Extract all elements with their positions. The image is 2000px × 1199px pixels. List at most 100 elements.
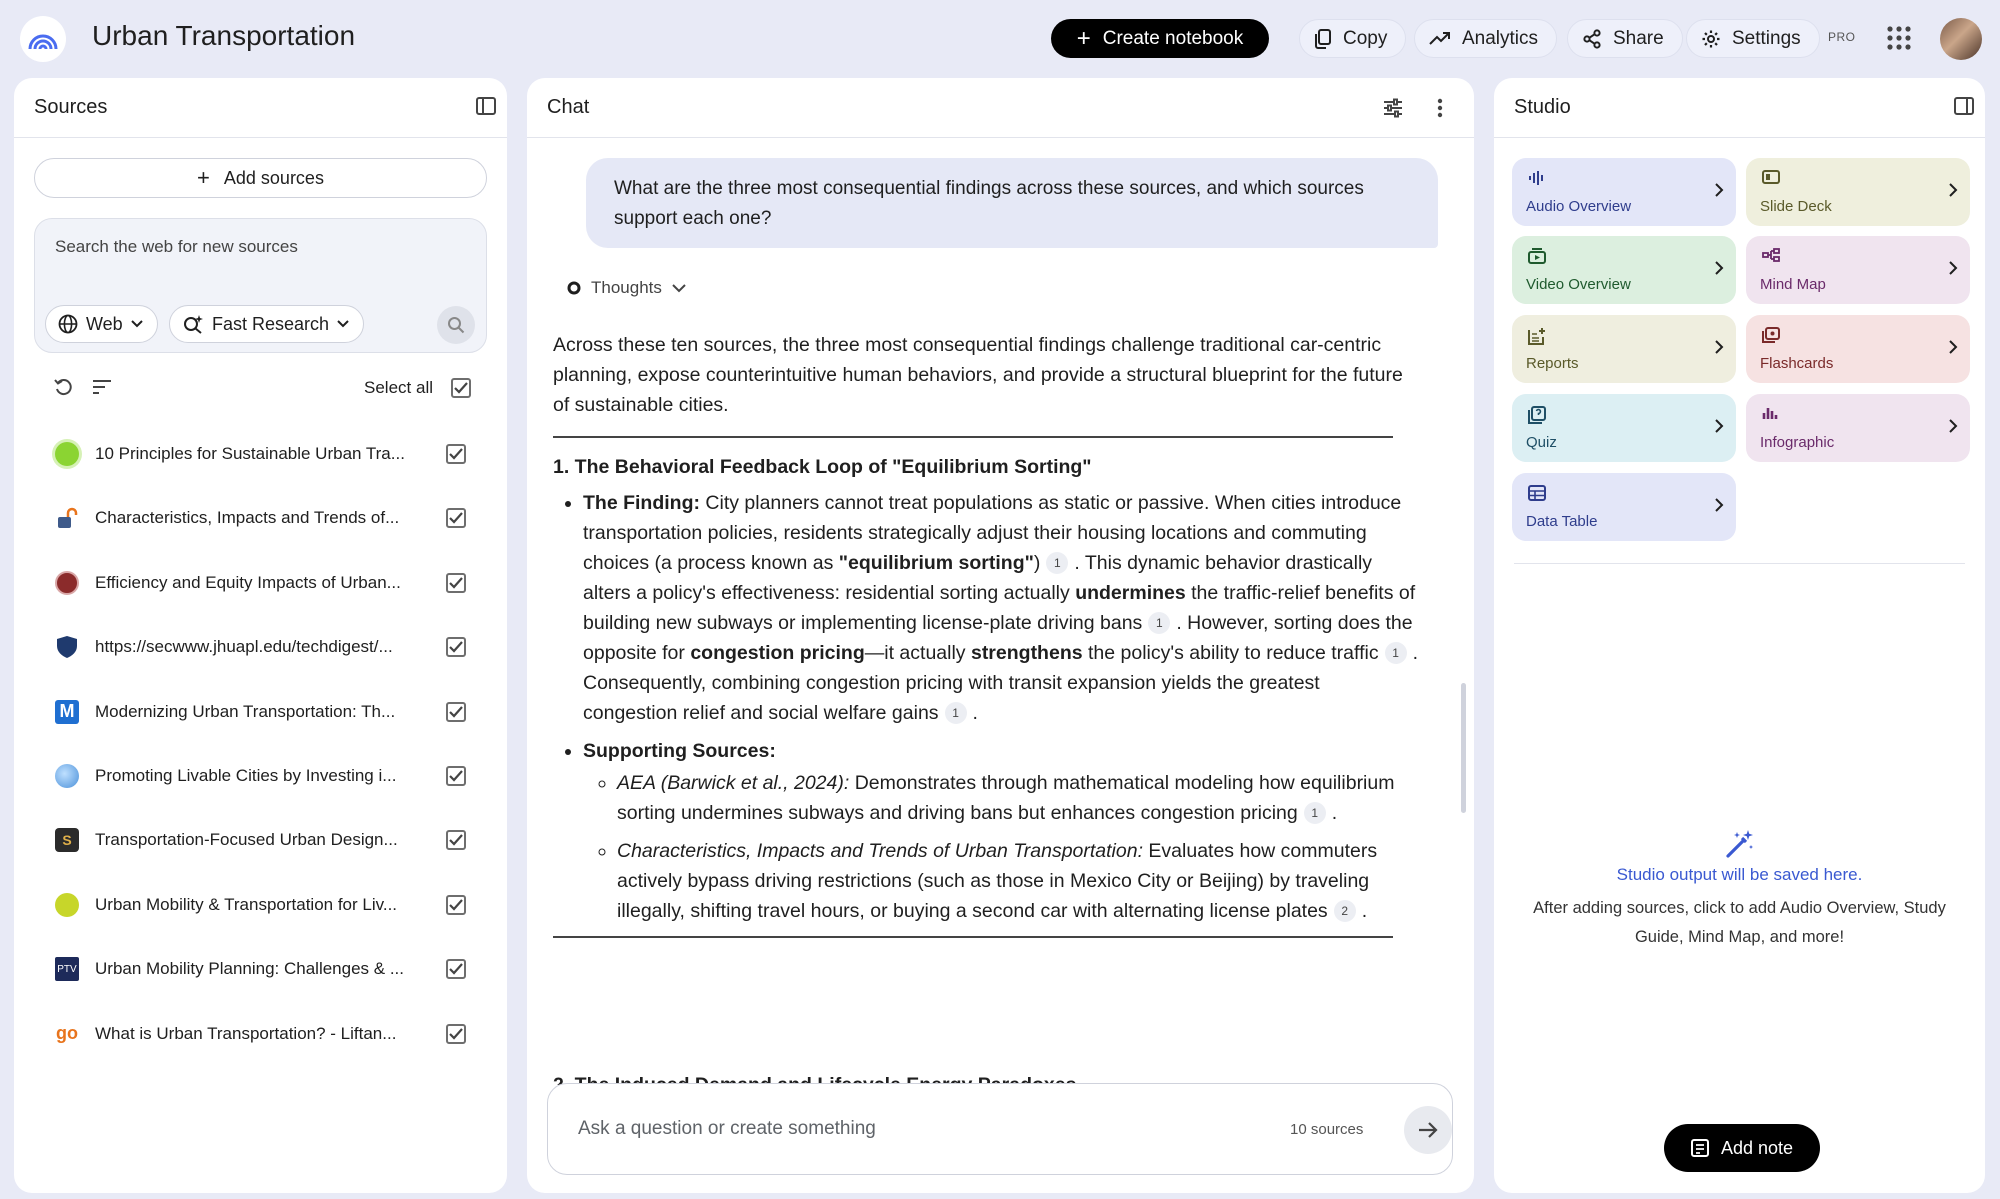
source-checkbox[interactable]	[446, 765, 466, 786]
source-checkbox[interactable]	[446, 637, 466, 658]
s-logo-icon: S	[55, 828, 79, 853]
chat-composer[interactable]: Ask a question or create something 10 so…	[547, 1083, 1453, 1175]
studio-tile-quiz[interactable]: Quiz	[1512, 394, 1736, 462]
citation-chip[interactable]: 1	[1303, 802, 1326, 824]
studio-tile-flashcards[interactable]: Flashcards	[1746, 315, 1970, 383]
source-checkbox[interactable]	[446, 572, 466, 593]
add-note-button[interactable]: Add note	[1664, 1124, 1820, 1172]
settings-label: Settings	[1732, 27, 1801, 49]
tile-label: Flashcards	[1760, 355, 1834, 372]
send-button[interactable]	[1404, 1106, 1452, 1154]
chevron-right-icon	[1715, 183, 1724, 197]
apps-grid-icon[interactable]	[1886, 25, 1912, 51]
source-checkbox[interactable]	[446, 1023, 466, 1044]
divider	[1514, 563, 1965, 564]
source-item[interactable]: 10 Principles for Sustainable Urban Tra.…	[14, 422, 507, 486]
finding-list: The Finding: City planners cannot treat …	[553, 488, 1419, 926]
check-icon	[449, 770, 463, 782]
sort-icon[interactable]	[92, 380, 112, 394]
source-item[interactable]: Characteristics, Impacts and Trends of..…	[14, 486, 507, 550]
source-name: Characteristics, Impacts and Trends of U…	[617, 840, 1143, 862]
source-title: Urban Mobility & Transportation for Liv.…	[95, 894, 398, 914]
settings-button[interactable]: Settings	[1686, 19, 1820, 58]
add-note-label: Add note	[1720, 1137, 1794, 1158]
open-lock-icon	[55, 506, 79, 530]
shield-icon	[55, 635, 79, 659]
chat-scrollbar[interactable]	[1461, 683, 1466, 813]
add-sources-button[interactable]: + Add sources	[34, 158, 487, 198]
select-all-checkbox[interactable]	[451, 378, 471, 398]
analytics-button[interactable]: Analytics	[1414, 19, 1558, 58]
app-logo-icon[interactable]	[20, 16, 66, 62]
search-icon	[448, 317, 465, 334]
web-search-input[interactable]: Search the web for new sources	[55, 237, 298, 257]
source-item[interactable]: M Modernizing Urban Transportation: Th..…	[14, 680, 507, 744]
slide-deck-icon	[1762, 170, 1780, 184]
source-checkbox[interactable]	[446, 830, 466, 851]
citation-chip[interactable]: 2	[1333, 900, 1356, 922]
supporting-sources-label: Supporting Sources:	[583, 740, 776, 762]
studio-tile-reports[interactable]: Reports	[1512, 315, 1736, 383]
answer-bold: undermines	[1075, 582, 1186, 604]
studio-panel: Studio Audio Overview Slide Deck Video O…	[1494, 78, 1985, 1193]
create-notebook-button[interactable]: + Create notebook	[1051, 19, 1269, 58]
studio-tile-video-overview[interactable]: Video Overview	[1512, 236, 1736, 304]
green-dot-icon	[55, 442, 79, 466]
web-source-dropdown[interactable]: Web	[45, 305, 158, 343]
more-vert-icon[interactable]	[1437, 98, 1443, 118]
chevron-down-icon	[672, 283, 686, 292]
source-checkbox[interactable]	[446, 959, 466, 980]
tile-label: Audio Overview	[1526, 198, 1632, 215]
chat-input[interactable]: Ask a question or create something	[578, 1118, 876, 1140]
chevron-right-icon	[1715, 340, 1724, 354]
source-checkbox[interactable]	[446, 894, 466, 915]
assistant-answer: Across these ten sources, the three most…	[553, 330, 1419, 952]
studio-tile-audio-overview[interactable]: Audio Overview	[1512, 158, 1736, 226]
tile-label: Data Table	[1526, 513, 1598, 530]
source-checkbox[interactable]	[446, 444, 466, 464]
studio-tile-infographic[interactable]: Infographic	[1746, 394, 1970, 462]
citation-chip[interactable]: 1	[1384, 642, 1407, 664]
chevron-right-icon	[1949, 183, 1958, 197]
tune-icon[interactable]	[1383, 98, 1403, 118]
notebook-title[interactable]: Urban Transportation	[92, 20, 355, 52]
trending-up-icon	[1429, 31, 1450, 45]
source-title: What is Urban Transportation? - Liftan..…	[95, 1023, 397, 1043]
account-avatar[interactable]	[1940, 18, 1982, 60]
share-button[interactable]: Share	[1567, 19, 1683, 58]
source-item[interactable]: PTV Urban Mobility Planning: Challenges …	[14, 937, 507, 1001]
source-item[interactable]: S Transportation-Focused Urban Design...	[14, 808, 507, 872]
source-checkbox[interactable]	[446, 508, 466, 529]
chevron-right-icon	[1715, 261, 1724, 275]
copy-button[interactable]: Copy	[1299, 19, 1407, 58]
collapse-panel-icon[interactable]	[476, 96, 496, 116]
infographic-icon	[1762, 408, 1778, 419]
source-item[interactable]: Urban Mobility & Transportation for Liv.…	[14, 873, 507, 937]
collapse-panel-icon[interactable]	[1954, 96, 1974, 116]
source-title: 10 Principles for Sustainable Urban Tra.…	[95, 444, 405, 463]
source-title: https://secwww.jhuapl.edu/techdigest/...	[95, 637, 393, 657]
create-notebook-label: Create notebook	[1102, 27, 1244, 49]
source-item[interactable]: Efficiency and Equity Impacts of Urban..…	[14, 551, 507, 615]
thoughts-toggle[interactable]: Thoughts	[567, 278, 686, 298]
refresh-icon[interactable]	[54, 378, 74, 396]
search-submit-button[interactable]	[437, 306, 475, 344]
citation-chip[interactable]: 1	[944, 702, 967, 724]
source-item[interactable]: https://secwww.jhuapl.edu/techdigest/...	[14, 615, 507, 679]
studio-tile-mind-map[interactable]: Mind Map	[1746, 236, 1970, 304]
source-item[interactable]: go What is Urban Transportation? - Lifta…	[14, 1002, 507, 1066]
copy-label: Copy	[1343, 27, 1388, 49]
source-item[interactable]: Promoting Livable Cities by Investing i.…	[14, 744, 507, 808]
chevron-right-icon	[1949, 419, 1958, 433]
citation-chip[interactable]: 1	[1046, 552, 1069, 574]
studio-tile-slide-deck[interactable]: Slide Deck	[1746, 158, 1970, 226]
answer-text: the policy's ability to reduce traffic	[1082, 642, 1379, 664]
check-icon	[449, 641, 463, 653]
studio-tile-data-table[interactable]: Data Table	[1512, 473, 1736, 541]
source-checkbox[interactable]	[446, 701, 466, 722]
analytics-label: Analytics	[1462, 27, 1539, 49]
research-mode-dropdown[interactable]: Fast Research	[169, 305, 365, 343]
citation-chip[interactable]: 1	[1148, 612, 1171, 634]
finding-label: The Finding:	[583, 492, 700, 514]
user-message: What are the three most consequential fi…	[586, 158, 1438, 248]
